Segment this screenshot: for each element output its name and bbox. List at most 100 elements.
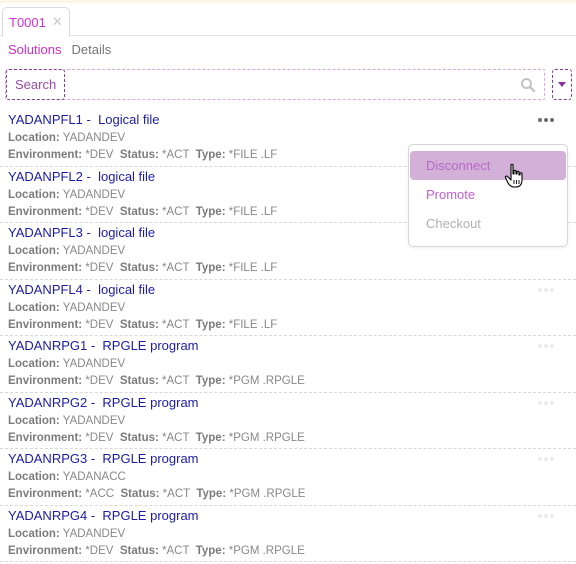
list-item[interactable]: YADANRPG4 - RPGLE program Location: YADA… [0, 506, 576, 562]
environment-value: *DEV [85, 544, 114, 557]
item-location: Location: YADANACC [8, 471, 126, 483]
item-meta: Environment: *DEV Status: *ACT Type: *PG… [8, 545, 305, 557]
location-value: YADANDEV [62, 527, 126, 540]
item-title[interactable]: YADANPFL4 - logical file [8, 282, 155, 297]
environment-label: Environment: [8, 262, 83, 274]
type-label: Type: [195, 262, 226, 274]
more-options-icon[interactable] [538, 400, 554, 405]
location-value: YADANDEV [62, 414, 126, 427]
item-title[interactable]: YADANPFL3 - logical file [8, 225, 155, 240]
type-value: *PGM .RPGLE [228, 375, 305, 387]
item-name: YADANRPG4 [8, 507, 88, 523]
menu-item-promote[interactable]: Promote [410, 180, 566, 209]
more-options-icon[interactable] [538, 513, 554, 518]
item-separator: - [82, 112, 99, 127]
tab-t0001[interactable]: T0001 ✕ [2, 7, 70, 37]
item-name: YADANRPG1 [8, 338, 88, 353]
type-value: *FILE .LF [228, 205, 278, 218]
item-separator: - [82, 225, 99, 240]
location-value: YADANDEV [62, 188, 126, 201]
status-value: *ACT [162, 431, 190, 444]
item-description: logical file [98, 225, 156, 240]
type-label: Type: [195, 375, 226, 387]
more-options-icon[interactable] [538, 287, 554, 292]
item-meta: Environment: *DEV Status: *ACT Type: *FI… [8, 206, 277, 218]
item-location: Location: YADANDEV [8, 132, 125, 144]
status-value: *ACT [162, 262, 190, 274]
environment-label: Environment: [8, 318, 83, 331]
item-name: YADANPFL3 [8, 225, 83, 240]
item-location: Location: YADANDEV [8, 358, 125, 370]
type-value: *PGM .RPGLE [228, 544, 305, 557]
subtabs: Solutions Details [8, 42, 111, 57]
location-label: Location: [8, 245, 60, 257]
item-description: RPGLE program [102, 338, 199, 353]
more-options-icon[interactable] [538, 344, 554, 348]
item-title[interactable]: YADANPFL1 - Logical file [8, 112, 160, 127]
item-separator: - [87, 338, 103, 353]
status-label: Status: [119, 149, 159, 161]
more-options-icon[interactable] [538, 457, 554, 461]
item-separator: - [87, 451, 103, 466]
item-title[interactable]: YADANRPG1 - RPGLE program [8, 338, 199, 353]
list-item[interactable]: YADANRPG3 - RPGLE program Location: YADA… [0, 449, 576, 506]
type-value: *PGM .RPGLE [229, 488, 306, 500]
menu-item-disconnect[interactable]: Disconnect [410, 151, 566, 180]
location-label: Location: [8, 358, 60, 370]
type-value: *FILE .LF [228, 262, 278, 274]
environment-label: Environment: [8, 205, 83, 218]
location-value: YADANDEV [62, 245, 126, 257]
close-icon[interactable]: ✕ [52, 14, 63, 30]
tab-details[interactable]: Details [71, 42, 111, 57]
item-description: logical file [98, 281, 156, 297]
location-label: Location: [8, 471, 60, 483]
top-strip [0, 0, 576, 3]
location-label: Location: [8, 414, 60, 427]
status-label: Status: [119, 318, 159, 331]
item-location: Location: YADANDEV [8, 415, 125, 427]
item-name: YADANPFL2 [8, 168, 83, 184]
search-input[interactable]: Search [5, 69, 545, 100]
tab-solutions[interactable]: Solutions [8, 42, 61, 57]
list-item[interactable]: YADANRPG1 - RPGLE program Location: YADA… [0, 336, 576, 393]
location-value: YADANACC [62, 471, 126, 483]
item-separator: - [87, 394, 103, 410]
item-title[interactable]: YADANRPG3 - RPGLE program [8, 451, 199, 466]
item-meta: Environment: *DEV Status: *ACT Type: *FI… [8, 149, 277, 161]
document-tabbar: T0001 ✕ [0, 6, 576, 37]
status-value: *ACT [162, 205, 190, 218]
item-name: YADANRPG2 [8, 394, 88, 410]
item-meta: Environment: *ACC Status: *ACT Type: *PG… [8, 488, 305, 500]
type-label: Type: [195, 205, 226, 218]
filter-dropdown[interactable] [552, 69, 572, 100]
status-value: *ACT [162, 375, 190, 387]
item-description: RPGLE program [102, 451, 199, 466]
location-value: YADANDEV [62, 358, 126, 370]
list-item[interactable]: YADANPFL4 - logical file Location: YADAN… [0, 280, 576, 336]
status-value: *ACT [162, 544, 190, 557]
search-button[interactable]: Search [6, 69, 66, 100]
list-item[interactable]: YADANRPG2 - RPGLE program Location: YADA… [0, 393, 576, 449]
item-separator: - [87, 507, 103, 523]
more-options-icon[interactable] [538, 118, 554, 122]
type-label: Type: [195, 544, 226, 557]
search-icon[interactable] [520, 77, 536, 93]
location-label: Location: [8, 301, 60, 314]
item-meta: Environment: *DEV Status: *ACT Type: *FI… [8, 319, 277, 331]
item-separator: - [82, 168, 99, 184]
environment-value: *DEV [85, 318, 114, 331]
environment-value: *DEV [85, 205, 114, 218]
item-title[interactable]: YADANPFL2 - logical file [8, 169, 155, 184]
environment-label: Environment: [8, 149, 83, 161]
status-label: Status: [119, 205, 159, 218]
item-title[interactable]: YADANRPG2 - RPGLE program [8, 395, 199, 410]
item-name: YADANPFL4 [8, 281, 83, 297]
location-value: YADANDEV [62, 301, 126, 314]
environment-label: Environment: [8, 488, 83, 500]
status-value: *ACT [162, 149, 190, 161]
environment-value: *DEV [85, 262, 114, 274]
context-menu: Disconnect Promote Checkout [408, 144, 568, 247]
item-title[interactable]: YADANRPG4 - RPGLE program [8, 508, 199, 523]
status-label: Status: [120, 488, 160, 500]
environment-value: *DEV [85, 149, 114, 161]
